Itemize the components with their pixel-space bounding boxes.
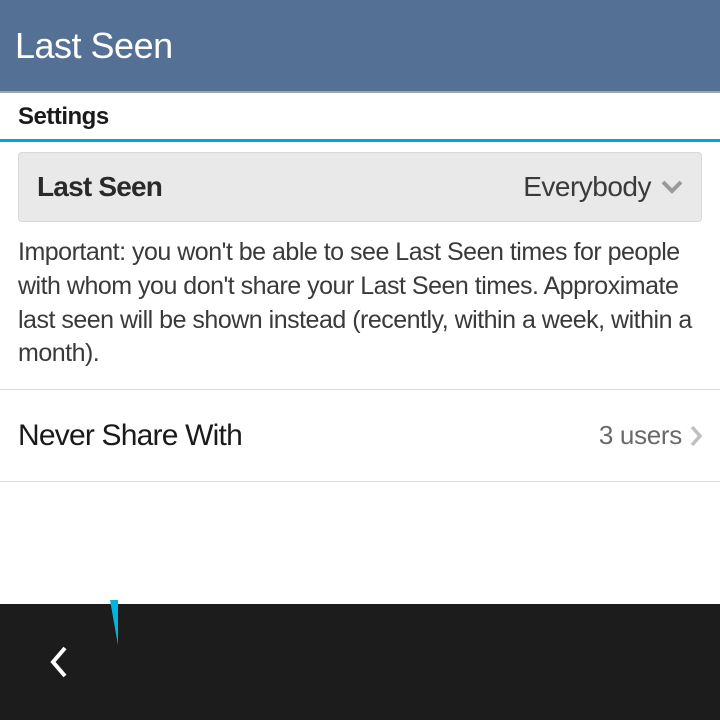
back-icon [48,644,70,680]
section-label: Settings [0,93,720,142]
bottom-bar [0,604,720,720]
never-share-label: Never Share With [18,419,242,453]
never-share-value: 3 users [599,420,682,451]
page-title: Last Seen [15,25,173,67]
last-seen-value: Everybody [523,171,651,203]
description-text: Important: you won't be able to see Last… [0,222,720,390]
back-divider [110,600,118,720]
never-share-row[interactable]: Never Share With 3 users [0,390,720,482]
chevron-right-icon [690,425,702,447]
back-button[interactable] [0,604,118,720]
last-seen-label: Last Seen [37,171,162,203]
header: Last Seen [0,0,720,93]
last-seen-value-wrap: Everybody [523,171,683,203]
last-seen-select[interactable]: Last Seen Everybody [18,152,702,222]
never-share-right: 3 users [599,420,702,451]
chevron-down-icon [661,180,683,194]
